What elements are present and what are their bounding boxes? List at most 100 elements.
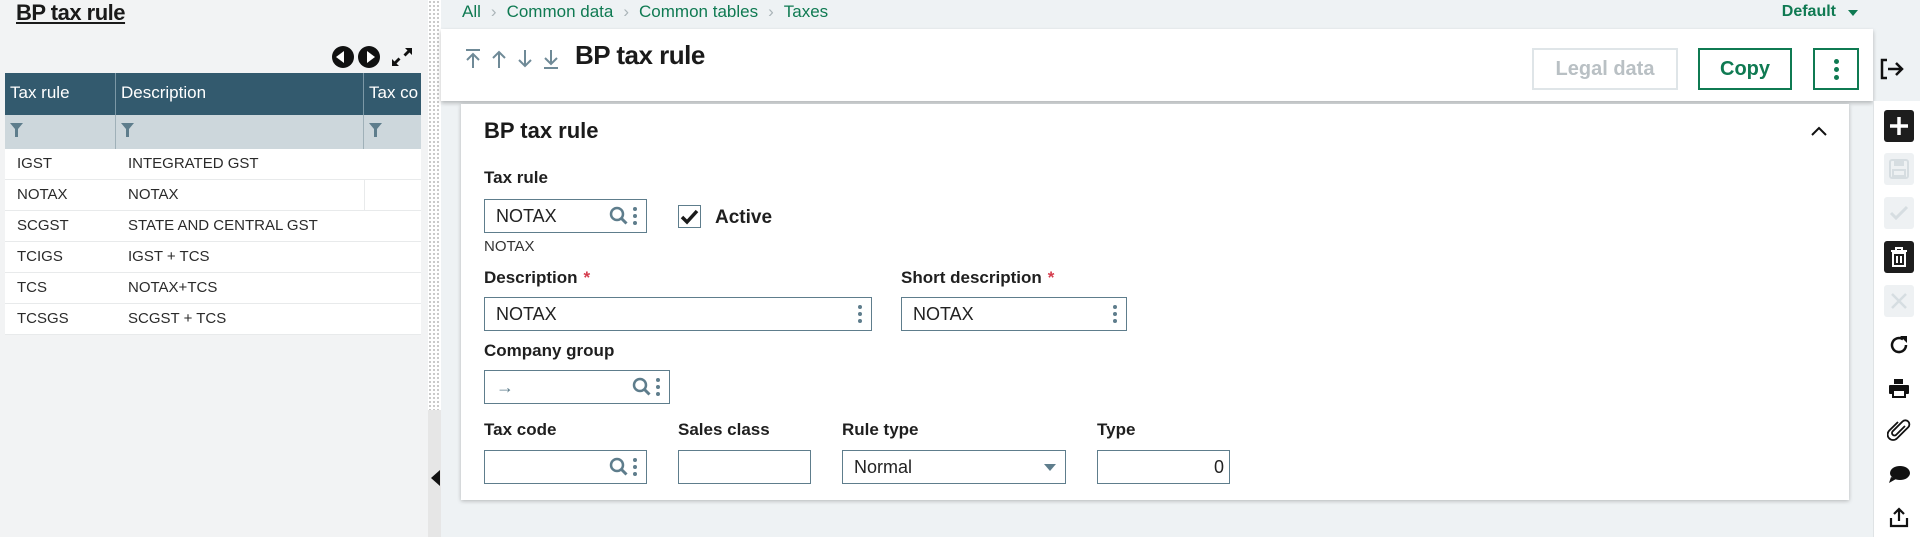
field-menu-icon[interactable] bbox=[858, 305, 862, 323]
breadcrumb-taxes[interactable]: Taxes bbox=[784, 2, 828, 22]
last-record-icon[interactable] bbox=[541, 47, 561, 71]
tax-rule-description: NOTAX bbox=[484, 238, 535, 255]
filter-tax-code[interactable] bbox=[364, 115, 421, 149]
filter-icon bbox=[369, 123, 382, 137]
short-description-value: NOTAX bbox=[913, 303, 974, 324]
active-checkbox[interactable] bbox=[678, 205, 701, 228]
cell-tax-code bbox=[364, 211, 421, 241]
tax-rule-grid: Tax rule Description Tax co IGST INTEGRA… bbox=[5, 73, 421, 335]
table-row[interactable]: IGST INTEGRATED GST bbox=[5, 149, 421, 180]
rule-type-value: Normal bbox=[854, 456, 913, 477]
comments-button[interactable] bbox=[1884, 458, 1914, 490]
create-button[interactable] bbox=[1884, 110, 1914, 142]
previous-page-icon[interactable] bbox=[332, 46, 354, 68]
table-row[interactable]: SCGST STATE AND CENTRAL GST bbox=[5, 211, 421, 242]
refresh-icon bbox=[1890, 336, 1908, 354]
panel-splitter[interactable] bbox=[428, 0, 441, 410]
caret-down-icon bbox=[1044, 463, 1056, 471]
rule-type-label: Rule type bbox=[842, 420, 919, 439]
chevron-right-icon: › bbox=[490, 2, 497, 21]
export-button[interactable] bbox=[1884, 501, 1914, 533]
table-row[interactable]: TCIGS IGST + TCS bbox=[5, 242, 421, 273]
cell-tax-code bbox=[364, 149, 421, 179]
view-selector[interactable]: Default bbox=[1782, 3, 1858, 21]
expand-icon[interactable] bbox=[390, 46, 414, 68]
type-value: 0 bbox=[1213, 456, 1224, 477]
company-group-label: Company group bbox=[484, 341, 615, 360]
cell-tax-rule: SCGST bbox=[17, 217, 69, 234]
field-menu-icon[interactable] bbox=[633, 458, 637, 476]
cell-description: STATE AND CENTRAL GST bbox=[128, 217, 318, 234]
next-record-icon[interactable] bbox=[515, 47, 535, 71]
chevron-up-icon[interactable] bbox=[1809, 124, 1829, 138]
page-title: BP tax rule bbox=[575, 40, 705, 70]
tax-code-label: Tax code bbox=[484, 420, 557, 439]
arrow-right-icon: → bbox=[496, 376, 514, 397]
rule-type-select[interactable]: Normal bbox=[842, 450, 1066, 484]
refresh-button[interactable] bbox=[1884, 329, 1914, 361]
cell-description: IGST + TCS bbox=[128, 248, 210, 265]
field-menu-icon[interactable] bbox=[633, 207, 637, 225]
copy-button[interactable]: Copy bbox=[1698, 48, 1792, 90]
tax-rule-value: NOTAX bbox=[496, 205, 557, 226]
table-row[interactable]: TCSGS SCGST + TCS bbox=[5, 304, 421, 335]
left-list-panel: BP tax rule Tax rule Description Tax co … bbox=[0, 0, 428, 537]
short-description-input[interactable]: NOTAX bbox=[901, 297, 1127, 331]
save-button[interactable] bbox=[1884, 153, 1914, 185]
record-navigation bbox=[463, 47, 561, 71]
description-input[interactable]: NOTAX bbox=[484, 297, 872, 331]
filter-tax-rule[interactable] bbox=[5, 115, 116, 149]
check-icon bbox=[1889, 205, 1909, 221]
delete-button[interactable] bbox=[1884, 241, 1914, 273]
column-header-tax-rule[interactable]: Tax rule bbox=[5, 73, 116, 115]
exit-icon[interactable] bbox=[1879, 57, 1905, 81]
tax-code-input[interactable] bbox=[484, 450, 647, 484]
cell-tax-rule: TCSGS bbox=[17, 310, 69, 327]
print-button[interactable] bbox=[1884, 372, 1914, 404]
tax-rule-label: Tax rule bbox=[484, 168, 548, 187]
section-title: BP tax rule bbox=[484, 118, 599, 143]
field-menu-icon[interactable] bbox=[1113, 305, 1117, 323]
breadcrumb-all[interactable]: All bbox=[462, 2, 481, 22]
plus-icon bbox=[1890, 117, 1908, 135]
breadcrumb-common-data[interactable]: Common data bbox=[507, 2, 614, 22]
type-input[interactable]: 0 bbox=[1097, 450, 1230, 484]
cell-tax-code bbox=[364, 180, 421, 210]
comment-icon bbox=[1889, 466, 1910, 483]
company-group-input[interactable]: → bbox=[484, 370, 670, 404]
sales-class-input[interactable] bbox=[678, 450, 811, 484]
attachments-button[interactable] bbox=[1884, 415, 1914, 447]
collapse-panel-icon[interactable] bbox=[431, 470, 440, 486]
save-icon bbox=[1889, 159, 1909, 179]
search-icon[interactable] bbox=[632, 377, 652, 397]
search-icon[interactable] bbox=[609, 457, 629, 477]
table-row[interactable]: TCS NOTAX+TCS bbox=[5, 273, 421, 304]
more-actions-button[interactable] bbox=[1813, 48, 1859, 90]
first-record-icon[interactable] bbox=[463, 47, 483, 71]
cancel-button[interactable] bbox=[1884, 285, 1914, 317]
breadcrumb-common-tables[interactable]: Common tables bbox=[639, 2, 758, 22]
tax-rule-input[interactable]: NOTAX bbox=[484, 199, 647, 233]
validate-button[interactable] bbox=[1884, 197, 1914, 229]
legal-data-button[interactable]: Legal data bbox=[1532, 48, 1678, 90]
column-header-tax-code[interactable]: Tax co bbox=[364, 73, 421, 115]
cell-description: NOTAX+TCS bbox=[128, 279, 218, 296]
grid-filter-row bbox=[5, 115, 421, 149]
column-header-description[interactable]: Description bbox=[116, 73, 364, 115]
field-menu-icon[interactable] bbox=[656, 378, 660, 396]
filter-icon bbox=[121, 123, 134, 137]
description-label: Description * bbox=[484, 268, 591, 287]
sales-class-label: Sales class bbox=[678, 420, 770, 439]
type-label: Type bbox=[1097, 420, 1136, 439]
table-row-selected[interactable]: NOTAX NOTAX bbox=[5, 180, 421, 211]
required-marker: * bbox=[1047, 268, 1055, 287]
trash-icon bbox=[1891, 247, 1907, 267]
paperclip-icon bbox=[1887, 419, 1911, 441]
filter-description[interactable] bbox=[116, 115, 364, 149]
search-icon[interactable] bbox=[609, 206, 629, 226]
next-page-icon[interactable] bbox=[358, 46, 380, 68]
short-description-label: Short description * bbox=[901, 268, 1055, 287]
previous-record-icon[interactable] bbox=[489, 47, 509, 71]
breadcrumb: All › Common data › Common tables › Taxe… bbox=[462, 2, 828, 22]
left-panel-title[interactable]: BP tax rule bbox=[16, 0, 126, 26]
